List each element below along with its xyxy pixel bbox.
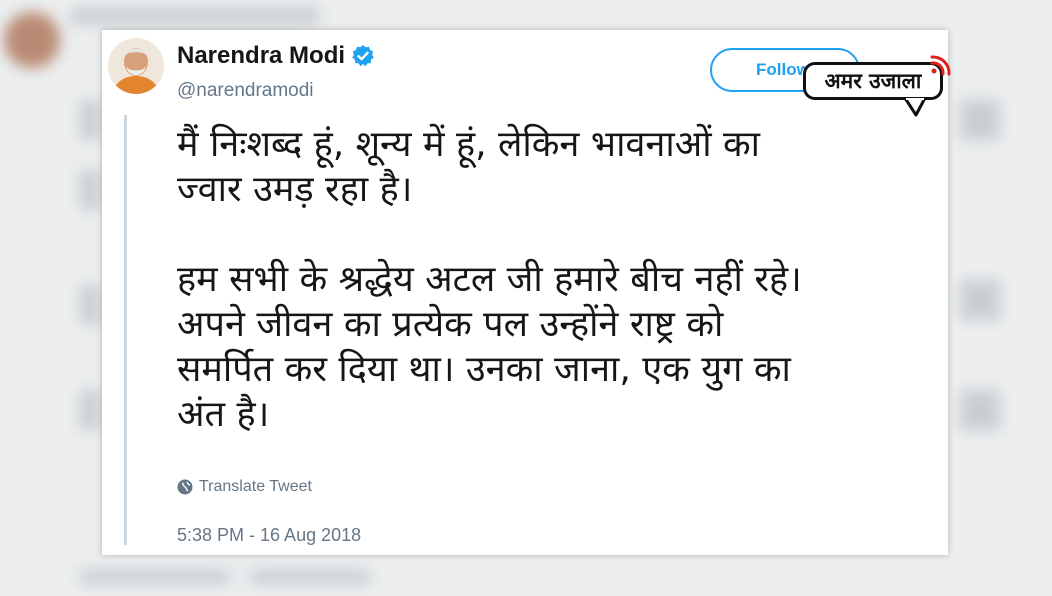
handle[interactable]: @narendramodi	[177, 80, 314, 102]
logo-speech-tail-icon	[903, 98, 927, 117]
background-text-bar	[80, 285, 100, 325]
broadcast-signal-icon	[930, 55, 951, 76]
background-text-bar	[80, 390, 100, 430]
background-text-bar	[960, 390, 1000, 430]
display-name[interactable]: Narendra Modi	[177, 42, 345, 70]
verified-badge-icon	[352, 45, 374, 67]
background-text-bar	[80, 170, 100, 210]
background-text-bar	[960, 100, 1000, 140]
tweet-text: मैं निःशब्द हूं, शून्य में हूं, लेकिन भा…	[177, 124, 802, 435]
background-text-bar	[960, 280, 1000, 320]
tweet-timestamp[interactable]: 5:38 PM - 16 Aug 2018	[177, 525, 361, 546]
logo-text-box: अमर उजाला	[803, 62, 943, 100]
globe-icon	[177, 479, 193, 495]
avatar[interactable]	[108, 38, 164, 94]
thread-line	[124, 115, 127, 545]
background-text-bar	[250, 570, 370, 584]
background-text-bar	[80, 570, 230, 584]
translate-tweet-label[interactable]: Translate Tweet	[199, 478, 312, 496]
amar-ujala-logo: अमर उजाला	[803, 55, 953, 117]
translate-tweet-link[interactable]: Translate Tweet	[177, 478, 312, 496]
background-text-bar	[230, 8, 320, 24]
background-avatar	[4, 12, 60, 68]
avatar-portrait-icon	[108, 38, 164, 94]
background-text-bar	[80, 100, 100, 140]
name-row: Narendra Modi	[177, 42, 375, 70]
